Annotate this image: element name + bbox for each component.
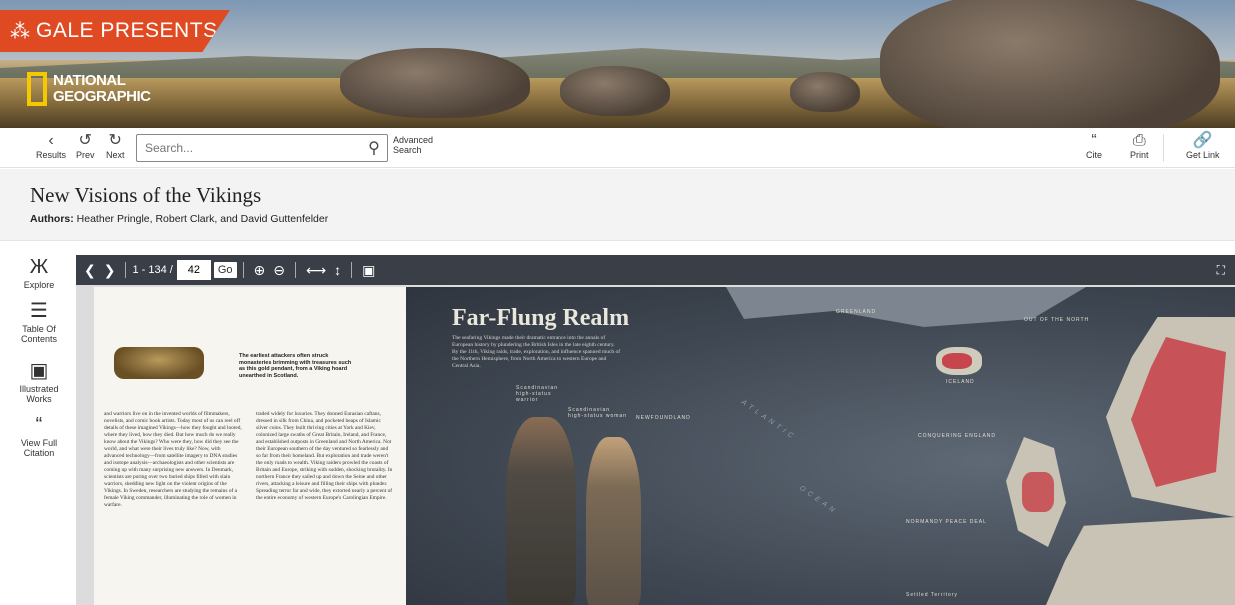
quote-icon: “ bbox=[35, 414, 43, 436]
fit-height-icon[interactable]: ↕ bbox=[334, 262, 341, 278]
sidebar-item-illustrated-works[interactable]: ▣ Illustrated Works bbox=[0, 360, 78, 404]
get-link-label: Get Link bbox=[1186, 150, 1220, 160]
prev-page-icon[interactable]: ❮ bbox=[84, 262, 96, 279]
iceland-territory bbox=[942, 353, 972, 369]
cite-label: Cite bbox=[1086, 150, 1103, 160]
fullscreen-icon[interactable]: ⛶ bbox=[1217, 263, 1225, 278]
chevron-left-icon: ‹ bbox=[48, 132, 54, 149]
link-icon: 🔗 bbox=[1192, 132, 1213, 149]
authors-label: Authors: bbox=[30, 213, 74, 225]
go-button[interactable]: Go bbox=[213, 262, 237, 278]
zoom-out-icon[interactable]: ⊖ bbox=[273, 262, 285, 279]
atlantic-label: ATLANTIC bbox=[739, 398, 798, 443]
sidebar-item-table-of-contents[interactable]: ☰ Table Of Contents bbox=[0, 300, 78, 344]
document-toolbar: ‹ Results ↺ Prev ↻ Next ⚲ Advanced Searc… bbox=[0, 128, 1235, 168]
binoculars-icon: Ж bbox=[29, 256, 49, 278]
viewer-divider bbox=[125, 262, 127, 278]
get-link-button[interactable]: 🔗 Get Link bbox=[1186, 132, 1220, 160]
toolbar-divider bbox=[1163, 134, 1164, 162]
gold-pendant-image bbox=[114, 347, 204, 379]
print-button[interactable]: ⎙ Print bbox=[1130, 132, 1149, 160]
conquering-england-label: CONQUERING ENGLAND bbox=[918, 433, 997, 439]
elephant-image bbox=[340, 48, 530, 118]
results-button[interactable]: ‹ Results bbox=[36, 132, 66, 160]
cite-button[interactable]: “ Cite bbox=[1086, 132, 1102, 160]
sidebar-item-label: Illustrated Works bbox=[19, 384, 59, 404]
authors-line: Authors: Heather Pringle, Robert Clark, … bbox=[30, 213, 328, 225]
viewer-divider bbox=[294, 262, 296, 278]
next-page-icon[interactable]: ❯ bbox=[104, 262, 116, 279]
document-header: New Visions of the Vikings Authors: Heat… bbox=[0, 169, 1235, 241]
quote-icon: “ bbox=[1091, 132, 1097, 149]
sidebar-item-label: Explore bbox=[23, 280, 55, 290]
sidebar-item-explore[interactable]: Ж Explore bbox=[0, 256, 78, 290]
england-territory bbox=[1022, 472, 1054, 512]
search-icon[interactable]: ⚲ bbox=[361, 138, 387, 158]
authors-names: Heather Pringle, Robert Clark, and David… bbox=[76, 213, 329, 225]
ocean-label: OCEAN bbox=[798, 484, 839, 517]
sidebar-item-label: View Full Citation bbox=[20, 438, 58, 458]
europe-landmass bbox=[1046, 517, 1235, 605]
advanced-search-line2: Search bbox=[393, 145, 422, 155]
viking-warrior-illustration bbox=[506, 417, 576, 605]
viewer-divider bbox=[351, 262, 353, 278]
next-label: Next bbox=[106, 150, 125, 160]
print-label: Print bbox=[1130, 150, 1149, 160]
circle-arrow-right-icon: ↻ bbox=[108, 132, 122, 149]
map-title: Far-Flung Realm bbox=[452, 305, 630, 331]
next-button[interactable]: ↻ Next bbox=[106, 132, 125, 160]
elephant-image bbox=[880, 0, 1220, 128]
page-range-label: 1 - 134 / bbox=[132, 264, 173, 276]
out-of-north-label: OUT OF THE NORTH bbox=[1024, 317, 1090, 323]
image-icon: ▣ bbox=[29, 360, 49, 382]
iceland-label: ICELAND bbox=[946, 379, 975, 385]
sidebar-item-view-full-citation[interactable]: “ View Full Citation bbox=[0, 414, 78, 458]
advanced-search-link[interactable]: Advanced Search bbox=[393, 135, 433, 155]
natgeo-logo-line2: GEOGRAPHIC bbox=[53, 88, 151, 105]
viking-woman-illustration bbox=[586, 437, 641, 605]
document-title: New Visions of the Vikings bbox=[30, 183, 262, 207]
hero-banner: ⁂ GALE PRESENTS NATIONAL GEOGRAPHIC bbox=[0, 0, 1235, 128]
zoom-in-icon[interactable]: ⊕ bbox=[254, 262, 266, 279]
circle-arrow-left-icon: ↺ bbox=[78, 132, 92, 149]
woman-label: Scandinavian high-status woman bbox=[568, 407, 627, 419]
newfoundland-label: NEWFOUNDLAND bbox=[636, 415, 691, 421]
results-label: Results bbox=[36, 150, 67, 160]
printer-icon: ⎙ bbox=[1132, 132, 1146, 149]
article-page-left: The earliest attackers often struck mona… bbox=[94, 287, 406, 605]
advanced-search-line1: Advanced bbox=[393, 135, 434, 145]
search-box: ⚲ bbox=[136, 134, 388, 162]
list-icon: ☰ bbox=[30, 300, 48, 322]
viewer-divider bbox=[242, 262, 244, 278]
gale-presents-text: GALE PRESENTS bbox=[36, 19, 218, 42]
left-sidebar: Ж Explore ☰ Table Of Contents ▣ Illustra… bbox=[0, 242, 78, 605]
prev-button[interactable]: ↺ Prev bbox=[76, 132, 95, 160]
article-page-right-map: Far-Flung Realm The seafaring Vikings ma… bbox=[406, 287, 1235, 605]
natgeo-logo: NATIONAL GEOGRAPHIC bbox=[27, 72, 151, 106]
warrior-label: Scandinavian high-status warrior bbox=[516, 385, 559, 403]
page-number-input[interactable] bbox=[176, 260, 211, 280]
prev-label: Prev bbox=[76, 150, 95, 160]
pendant-caption: The earliest attackers often struck mona… bbox=[239, 353, 352, 379]
image-toggle-icon[interactable]: ▣ bbox=[362, 262, 375, 279]
greenland-label: GREENLAND bbox=[836, 309, 877, 315]
settled-territory-label: Settled Territory bbox=[906, 592, 958, 598]
elephant-image bbox=[790, 72, 860, 112]
fit-width-icon[interactable]: ⟷ bbox=[306, 262, 326, 279]
gale-logo-icon: ⁂ bbox=[10, 20, 30, 43]
normandy-label: NORMANDY PEACE DEAL bbox=[906, 519, 987, 525]
elephant-image bbox=[560, 66, 670, 116]
sidebar-item-label: Table Of Contents bbox=[20, 324, 58, 344]
natgeo-logo-line1: NATIONAL bbox=[53, 72, 126, 89]
article-column-1: and warriors live on in the invented wor… bbox=[104, 411, 242, 508]
map-intro: The seafaring Vikings made their dramati… bbox=[452, 335, 621, 369]
natgeo-yellow-frame-icon bbox=[27, 72, 47, 106]
gale-presents-tag: ⁂ GALE PRESENTS bbox=[0, 10, 230, 52]
article-column-2: traded widely for luxuries. They donned … bbox=[256, 411, 393, 501]
search-input[interactable] bbox=[137, 135, 361, 161]
viewer-toolbar: ❮ ❯ 1 - 134 / Go ⊕ ⊖ ⟷ ↕ ▣ ⛶ bbox=[76, 255, 1235, 285]
